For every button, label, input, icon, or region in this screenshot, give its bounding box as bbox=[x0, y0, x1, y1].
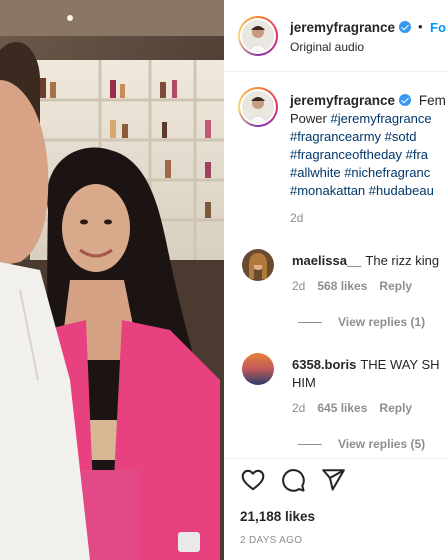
post-header: jeremyfragrance • Fo Original audio bbox=[224, 0, 448, 72]
author-avatar-image bbox=[242, 20, 274, 52]
comment-row: maelissa__ The rizz king bbox=[292, 253, 439, 268]
comment-meta: 2d 568 likes Reply bbox=[292, 279, 412, 293]
caption-username[interactable]: jeremyfragrance Fem bbox=[290, 93, 446, 108]
caption-hashtags-line3[interactable]: #fragrancearmy #sotd bbox=[290, 129, 416, 144]
caption-hashtags-line4[interactable]: #fragranceoftheday #fra bbox=[290, 147, 428, 162]
comment-username[interactable]: maelissa__ bbox=[292, 253, 361, 268]
caption-username-text[interactable]: jeremyfragrance bbox=[290, 93, 395, 108]
comment-row: 6358.boris THE WAY SH bbox=[292, 357, 440, 372]
post-video[interactable] bbox=[0, 0, 224, 560]
likes-count[interactable]: 21,188 likes bbox=[240, 509, 315, 524]
comment-reply-button[interactable]: Reply bbox=[379, 279, 412, 293]
verified-badge-icon bbox=[399, 21, 412, 33]
comment-time[interactable]: 2d bbox=[292, 279, 305, 293]
comment-avatar-image bbox=[242, 249, 274, 281]
author-username-text[interactable]: jeremyfragrance bbox=[290, 20, 395, 35]
post-actions-bar: 21,188 likes 2 DAYS AGO bbox=[224, 458, 448, 560]
comment-time[interactable]: 2d bbox=[292, 401, 305, 415]
comment-likes[interactable]: 645 likes bbox=[317, 401, 367, 415]
caption-timestamp[interactable]: 2d bbox=[290, 211, 303, 225]
original-audio-link[interactable]: Original audio bbox=[290, 40, 364, 54]
caption-line2: Power #jeremyfragrance bbox=[290, 111, 432, 126]
comment-avatar[interactable] bbox=[242, 353, 274, 385]
comment-icon[interactable] bbox=[280, 467, 306, 493]
view-replies-button[interactable]: View replies (1) bbox=[298, 315, 425, 329]
verified-badge-icon bbox=[399, 94, 412, 106]
caption-author-avatar[interactable] bbox=[238, 87, 278, 127]
comments-scroll-area[interactable]: jeremyfragrance Fem Power #jeremyfragran… bbox=[224, 73, 448, 458]
follow-button[interactable]: Fo bbox=[430, 20, 446, 35]
share-icon[interactable] bbox=[320, 467, 346, 493]
author-username[interactable]: jeremyfragrance bbox=[290, 20, 412, 35]
author-avatar[interactable] bbox=[238, 16, 278, 56]
caption-hashtags-line5[interactable]: #allwhite #nichefragranc bbox=[290, 165, 430, 180]
heart-icon[interactable] bbox=[240, 467, 266, 493]
comment-text-line2: HIM bbox=[292, 375, 316, 390]
video-frame-illustration bbox=[0, 0, 224, 560]
post-side-panel: jeremyfragrance • Fo Original audio jere… bbox=[224, 0, 448, 560]
comment-text: The rizz king bbox=[365, 253, 440, 268]
caption-avatar-image bbox=[242, 91, 274, 123]
hashtag-link[interactable]: #jeremyfragrance bbox=[330, 111, 431, 126]
comment-reply-button[interactable]: Reply bbox=[379, 401, 412, 415]
post-date[interactable]: 2 DAYS AGO bbox=[240, 535, 302, 546]
comment-username[interactable]: 6358.boris bbox=[292, 357, 356, 372]
comment-likes[interactable]: 568 likes bbox=[317, 279, 367, 293]
comment-avatar-image bbox=[242, 353, 274, 385]
view-replies-button[interactable]: View replies (5) bbox=[298, 437, 425, 451]
caption-line2-text: Power bbox=[290, 111, 327, 126]
caption-hashtags-line6[interactable]: #monakattan #hudabeau bbox=[290, 183, 434, 198]
comment-text: THE WAY SH bbox=[360, 357, 440, 372]
caption-text-line1: Fem bbox=[418, 93, 446, 108]
header-separator: • bbox=[418, 19, 423, 34]
comment-meta: 2d 645 likes Reply bbox=[292, 401, 412, 415]
comment-avatar[interactable] bbox=[242, 249, 274, 281]
